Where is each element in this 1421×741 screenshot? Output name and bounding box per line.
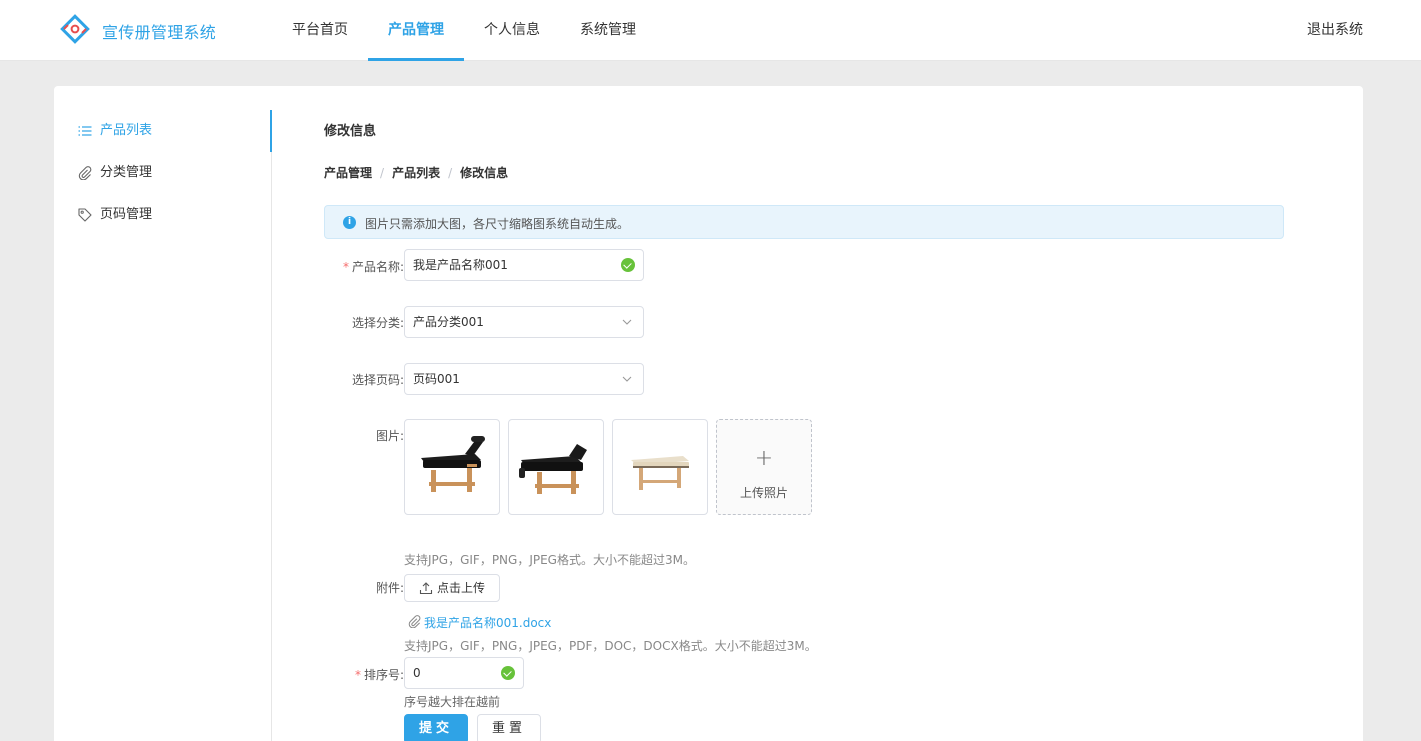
- images-label: 图片:: [375, 429, 404, 443]
- sidebar-item-label: 产品列表: [100, 123, 153, 138]
- info-icon: i: [343, 216, 356, 229]
- click-upload-label: 点击上传: [437, 581, 486, 595]
- sort-hint: 序号越大排在越前: [404, 695, 501, 709]
- page-label: 选择页码:: [351, 373, 404, 387]
- sort-input[interactable]: 0: [404, 657, 524, 689]
- check-circle-icon: [621, 258, 635, 272]
- sidebar-item-product-list[interactable]: 产品列表: [54, 110, 272, 152]
- page-select[interactable]: 页码001: [404, 363, 644, 395]
- alert-text: 图片只需添加大图，各尺寸缩略图系统自动生成。: [365, 217, 630, 231]
- sidebar-item-label: 分类管理: [100, 165, 153, 180]
- product-name-label: * 产品名称:: [342, 260, 404, 274]
- chevron-down-icon: [622, 319, 632, 325]
- upload-photo-button[interactable]: + 上传照片: [716, 419, 812, 515]
- info-alert: i 图片只需添加大图，各尺寸缩略图系统自动生成。: [324, 205, 1284, 239]
- product-name-value: 我是产品名称001: [413, 258, 508, 272]
- submit-button[interactable]: 提交: [404, 714, 468, 741]
- breadcrumb-separator: /: [448, 166, 453, 180]
- breadcrumb: 产品管理 / 产品列表 / 修改信息: [324, 164, 508, 181]
- chevron-down-icon: [622, 376, 632, 382]
- massage-bed-image: [519, 444, 587, 494]
- app-title: 宣传册管理系统: [102, 23, 217, 42]
- check-circle-icon: [501, 666, 515, 680]
- category-select[interactable]: 产品分类001: [404, 306, 644, 338]
- product-name-input[interactable]: 我是产品名称001: [404, 249, 644, 281]
- diamond-logo-icon: [60, 14, 90, 44]
- massage-bed-image: [631, 456, 689, 490]
- breadcrumb-item[interactable]: 产品管理: [324, 166, 372, 180]
- page-value: 页码001: [413, 372, 460, 386]
- plus-icon: +: [754, 446, 774, 471]
- click-upload-button[interactable]: 点击上传: [404, 574, 501, 602]
- massage-bed-image: [421, 436, 485, 492]
- content-card: 产品列表 分类管理 页码管理 修改信息 产品管理 / 产品列表 / 修改信息 i 图片只…: [54, 86, 1363, 741]
- nav-item-home[interactable]: 平台首页: [272, 0, 368, 61]
- sort-label: * 排序号:: [354, 668, 404, 682]
- category-value: 产品分类001: [413, 315, 484, 329]
- upload-photo-label: 上传照片: [739, 486, 788, 500]
- category-label: 选择分类:: [351, 316, 404, 330]
- sidebar: 产品列表 分类管理 页码管理: [54, 110, 272, 741]
- attachment-format-hint: 支持JPG，GIF，PNG，JPEG，PDF，DOC，DOCX格式。大小不能超过…: [404, 639, 817, 653]
- sidebar-item-page[interactable]: 页码管理: [54, 194, 271, 236]
- top-header: 宣传册管理系统 平台首页 产品管理 个人信息 系统管理 退出系统: [0, 0, 1421, 61]
- list-icon: [78, 126, 92, 136]
- product-image-thumb[interactable]: [612, 419, 708, 515]
- nav-item-products[interactable]: 产品管理: [368, 0, 464, 61]
- paperclip-icon: [78, 166, 92, 180]
- breadcrumb-separator: /: [380, 166, 385, 180]
- attachment-label: 附件:: [375, 581, 404, 595]
- sidebar-item-category[interactable]: 分类管理: [54, 152, 271, 194]
- attachment-file-link[interactable]: 我是产品名称001.docx: [408, 614, 551, 631]
- reset-button[interactable]: 重置: [477, 714, 541, 741]
- tag-icon: [78, 208, 92, 222]
- image-format-hint: 支持JPG，GIF，PNG，JPEG格式。大小不能超过3M。: [404, 553, 695, 567]
- logout-link[interactable]: 退出系统: [1307, 0, 1363, 60]
- sort-value: 0: [413, 666, 421, 680]
- attachment-file-name: 我是产品名称001.docx: [424, 616, 552, 630]
- page-title: 修改信息: [324, 124, 377, 139]
- nav-item-profile[interactable]: 个人信息: [464, 0, 560, 61]
- paperclip-icon: [408, 615, 421, 628]
- top-nav: 平台首页 产品管理 个人信息 系统管理: [272, 0, 656, 61]
- sidebar-item-label: 页码管理: [100, 207, 153, 222]
- upload-icon: [419, 582, 433, 595]
- required-mark: *: [354, 668, 361, 682]
- breadcrumb-item[interactable]: 产品列表: [392, 166, 440, 180]
- product-image-thumb[interactable]: [508, 419, 604, 515]
- nav-item-system[interactable]: 系统管理: [560, 0, 656, 61]
- required-mark: *: [342, 260, 349, 274]
- product-image-thumb[interactable]: [404, 419, 500, 515]
- breadcrumb-item-current: 修改信息: [460, 166, 509, 180]
